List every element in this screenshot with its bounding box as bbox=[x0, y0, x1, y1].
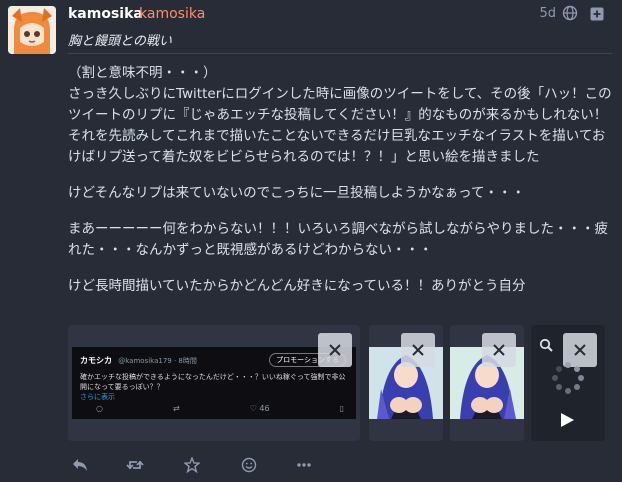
media-attachment-illustration[interactable] bbox=[369, 325, 443, 441]
tweet-retweet-icon: ⇄ bbox=[172, 404, 180, 413]
paragraph: けど長時間描いていたからかどんどん好きになっている！！ありがとう自分 bbox=[68, 278, 526, 294]
favourite-icon[interactable] bbox=[182, 455, 202, 475]
paragraph: （割と意味不明・・・） さっき久しぶりにTwitterにログインした時に画像のツ… bbox=[68, 65, 612, 165]
status-content: （割と意味不明・・・） さっき久しぶりにTwitterにログインした時に画像のツ… bbox=[68, 63, 616, 297]
tweet-like-count: ♡ 46 bbox=[249, 404, 270, 413]
relative-time[interactable]: 5d bbox=[539, 6, 556, 21]
media-attachment-video[interactable] bbox=[531, 325, 605, 441]
tweet-handle: @kamosika179 · 8時間 bbox=[118, 357, 197, 365]
display-name[interactable]: kamosika bbox=[68, 6, 143, 22]
media-attachment-tweet[interactable]: カモシカ @kamosika179 · 8時間 プロモーションする 確かエッチな… bbox=[68, 325, 360, 441]
avatar[interactable] bbox=[8, 6, 56, 54]
tweet-bookmark-icon: ▯ bbox=[339, 404, 344, 413]
paragraph: けどそんなリプは来ていないのでこっちに一旦投稿しようかなぁって・・・ bbox=[68, 185, 525, 201]
emoji-icon[interactable] bbox=[239, 455, 259, 475]
spinner-icon bbox=[552, 362, 584, 394]
tweet-author: カモシカ bbox=[80, 356, 112, 365]
tweet-reply-icon: ○ bbox=[96, 404, 103, 413]
content-warning: 胸と饅頭との戦い bbox=[68, 34, 172, 49]
tweet-screenshot: カモシカ @kamosika179 · 8時間 プロモーションする 確かエッチな… bbox=[72, 347, 356, 419]
zoom-icon[interactable] bbox=[539, 337, 553, 352]
globe-icon bbox=[562, 5, 578, 21]
tweet-icons: ○ ⇄ ♡ 46 ▯ bbox=[96, 404, 344, 413]
divider bbox=[68, 53, 612, 54]
status-header: kamosika kamosika 5d bbox=[68, 4, 614, 24]
play-icon[interactable] bbox=[558, 411, 576, 429]
close-icon[interactable] bbox=[401, 333, 435, 367]
media-attachment-illustration[interactable] bbox=[450, 325, 524, 441]
tweet-text: 確かエッチな投稿ができるようになったんだけど・・・？いいね稼ぐって強制で非公開に… bbox=[80, 373, 346, 391]
boost-icon[interactable] bbox=[125, 455, 145, 475]
paragraph: まあーーーーー何をわからない！！！いろいろ調べながら試しながらやりました・・・疲… bbox=[68, 221, 608, 258]
plus-icon[interactable] bbox=[590, 6, 604, 21]
close-icon[interactable] bbox=[482, 333, 516, 367]
close-icon[interactable] bbox=[318, 333, 352, 367]
reply-icon[interactable] bbox=[70, 455, 90, 475]
status-action-bar bbox=[68, 455, 328, 475]
more-icon[interactable] bbox=[294, 455, 314, 475]
tweet-more-link: さらに表示 bbox=[80, 393, 115, 401]
account-handle[interactable]: kamosika bbox=[139, 6, 205, 22]
